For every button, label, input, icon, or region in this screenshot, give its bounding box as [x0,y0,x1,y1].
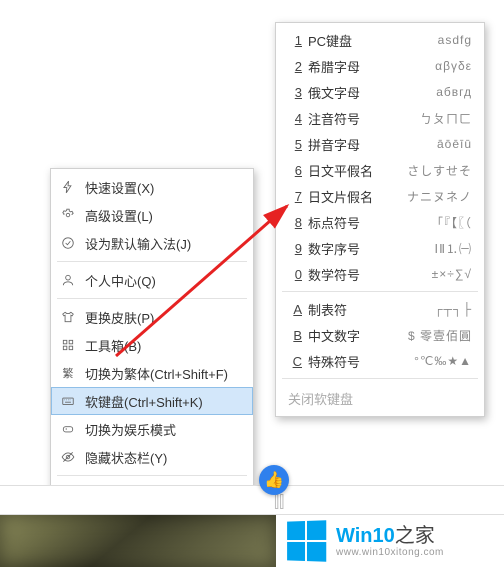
personal-center-item[interactable]: 个人中心(Q) [51,266,253,294]
layout-name: 俄文字母 [308,83,436,102]
hotkey: 0 [288,267,302,282]
hotkey: C [288,354,302,369]
quick-settings-item[interactable]: 快速设置(X) [51,173,253,201]
bottom-area: ⫿⫿ 👍 Win10之家 www.win10xitong.com [0,475,504,567]
layout-name: 数字序号 [308,239,435,258]
layout-name: 希腊字母 [308,57,435,76]
entertainment-mode-item[interactable]: 切换为娱乐模式 [51,415,253,443]
advanced-settings-item[interactable]: 高级设置(L) [51,201,253,229]
layout-name: 标点符号 [308,213,431,232]
menu-label: 切换为娱乐模式 [85,420,176,439]
gear-icon [59,208,77,222]
layout-name: 数学符号 [308,265,432,284]
keyboard-layout-item[interactable]: B 中文数字$ 零壹佰圓 [276,322,484,348]
menu-separator [282,378,478,379]
switch-traditional-item[interactable]: 繁 切换为繁体(Ctrl+Shift+F) [51,359,253,387]
game-icon [59,422,77,436]
menu-label: 高级设置(L) [85,206,153,225]
menu-separator [282,291,478,292]
layout-sample: °℃‰★▲ [414,354,472,368]
hotkey: 1 [288,33,302,48]
layout-sample: asdfg [438,33,472,47]
menu-label: 快速设置(X) [85,178,154,197]
menu-separator [57,298,247,299]
layout-name: 特殊符号 [308,352,414,371]
soft-keyboard-submenu: 1 PC键盘asdfg 2 希腊字母αβγδε 3 俄文字母абвгд 4 注音符号ㄅㄆㄇㄈ 5… [275,22,485,417]
layout-name: PC键盘 [308,31,438,50]
traditional-icon: 繁 [59,365,77,381]
status-bar [0,485,504,515]
shirt-icon [59,310,77,324]
eye-off-icon [59,450,77,464]
hotkey: 8 [288,215,302,230]
thumbs-up-button[interactable]: 👍 [259,465,289,495]
grid-icon [59,338,77,352]
set-default-ime-item[interactable]: 设为默认输入法(J) [51,229,253,257]
hotkey: 4 [288,111,302,126]
change-skin-item[interactable]: 更换皮肤(P) [51,303,253,331]
layout-sample: αβγδε [435,59,472,73]
menu-label: 隐藏状态栏(Y) [85,448,167,467]
book-icon[interactable]: ⫿⫿ [274,494,284,512]
hotkey: 2 [288,59,302,74]
soft-keyboard-item[interactable]: 软键盘(Ctrl+Shift+K) [51,387,253,415]
menu-label: 切换为繁体(Ctrl+Shift+F) [85,364,228,383]
hotkey: 9 [288,241,302,256]
hotkey: A [288,302,302,317]
keyboard-layout-item[interactable]: 7 日文片假名ナニヌネノ [276,183,484,209]
keyboard-layout-item[interactable]: A 制表符┌┬┐├ [276,296,484,322]
keyboard-layout-item[interactable]: 3 俄文字母абвгд [276,79,484,105]
hotkey: B [288,328,302,343]
layout-name: 中文数字 [308,326,408,345]
background-photo [0,515,276,567]
layout-sample: $ 零壹佰圓 [408,327,472,344]
keyboard-layout-item[interactable]: 2 希腊字母αβγδε [276,53,484,79]
layout-sample: ┌┬┐├ [434,302,472,316]
keyboard-icon [59,394,77,408]
windows-logo-icon [287,520,326,561]
keyboard-layout-item[interactable]: 4 注音符号ㄅㄆㄇㄈ [276,105,484,131]
menu-separator [57,261,247,262]
keyboard-layout-item[interactable]: 8 标点符号「『【〖（ [276,209,484,235]
menu-label: 更换皮肤(P) [85,308,154,327]
layout-name: 注音符号 [308,109,420,128]
check-circle-icon [59,236,77,250]
layout-name: 日文片假名 [308,187,407,206]
layout-name: 拼音字母 [308,135,437,154]
hotkey: 7 [288,189,302,204]
menu-label: 设为默认输入法(J) [85,234,191,253]
hotkey: 3 [288,85,302,100]
layout-sample: ±×÷∑√ [432,267,472,281]
person-icon [59,273,77,287]
hotkey: 6 [288,163,302,178]
lightning-icon [59,180,77,194]
layout-sample: ⅠⅡ⒈㈠ [435,240,472,257]
layout-sample: さしすせそ [407,162,472,179]
keyboard-layout-item[interactable]: 6 日文平假名さしすせそ [276,157,484,183]
layout-sample: 「『【〖（ [431,214,472,231]
layout-name: 制表符 [308,300,434,319]
keyboard-layout-item[interactable]: 0 数学符号±×÷∑√ [276,261,484,287]
layout-sample: āōēīū [437,137,472,151]
layout-sample: абвгд [436,85,472,99]
keyboard-layout-item[interactable]: 1 PC键盘asdfg [276,27,484,53]
hotkey: 5 [288,137,302,152]
layout-sample: ㄅㄆㄇㄈ [420,110,472,127]
close-soft-keyboard-item[interactable]: 关闭软键盘 [276,383,484,412]
layout-name: 日文平假名 [308,161,407,180]
hide-statusbar-item[interactable]: 隐藏状态栏(Y) [51,443,253,471]
brand-title: Win10之家 [336,525,444,547]
keyboard-layout-item[interactable]: C 特殊符号°℃‰★▲ [276,348,484,374]
menu-label: 个人中心(Q) [85,271,156,290]
menu-label: 软键盘(Ctrl+Shift+K) [85,392,203,411]
keyboard-layout-item[interactable]: 9 数字序号ⅠⅡ⒈㈠ [276,235,484,261]
keyboard-layout-item[interactable]: 5 拼音字母āōēīū [276,131,484,157]
brand-watermark: Win10之家 www.win10xitong.com [276,515,504,567]
brand-url: www.win10xitong.com [336,547,444,558]
menu-label: 工具箱(B) [85,336,141,355]
toolbox-item[interactable]: 工具箱(B) [51,331,253,359]
layout-sample: ナニヌネノ [407,188,472,205]
footer-strip: Win10之家 www.win10xitong.com [0,515,504,567]
